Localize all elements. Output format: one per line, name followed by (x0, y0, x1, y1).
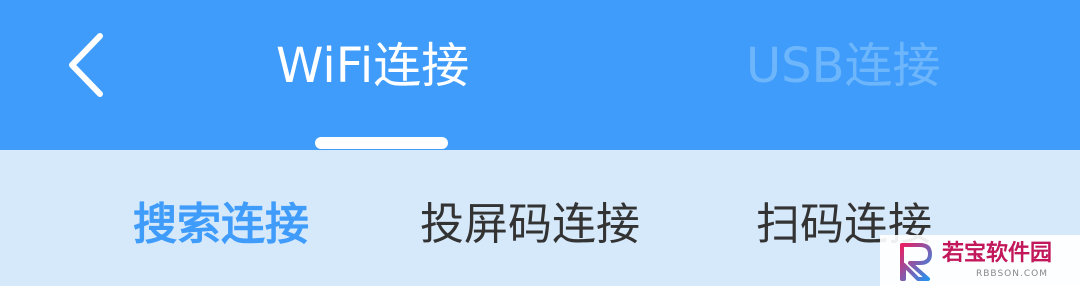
watermark-logo-icon (900, 243, 932, 281)
watermark-text: 若宝软件园 (942, 241, 1053, 266)
watermark-subtext: RBBSON.COM (976, 269, 1048, 279)
subtab-search-connect[interactable]: 搜索连接 (133, 195, 309, 255)
watermark: 若宝软件园 RBBSON.COM (880, 235, 1080, 286)
tab-usb[interactable]: USB连接 (746, 36, 941, 96)
tab-wifi[interactable]: WiFi连接 (276, 36, 469, 96)
back-chevron-icon[interactable] (62, 30, 112, 100)
top-bar: WiFi连接 USB连接 (0, 0, 1080, 150)
subtab-code-connect[interactable]: 投屏码连接 (420, 195, 640, 255)
active-tab-indicator (315, 137, 448, 149)
